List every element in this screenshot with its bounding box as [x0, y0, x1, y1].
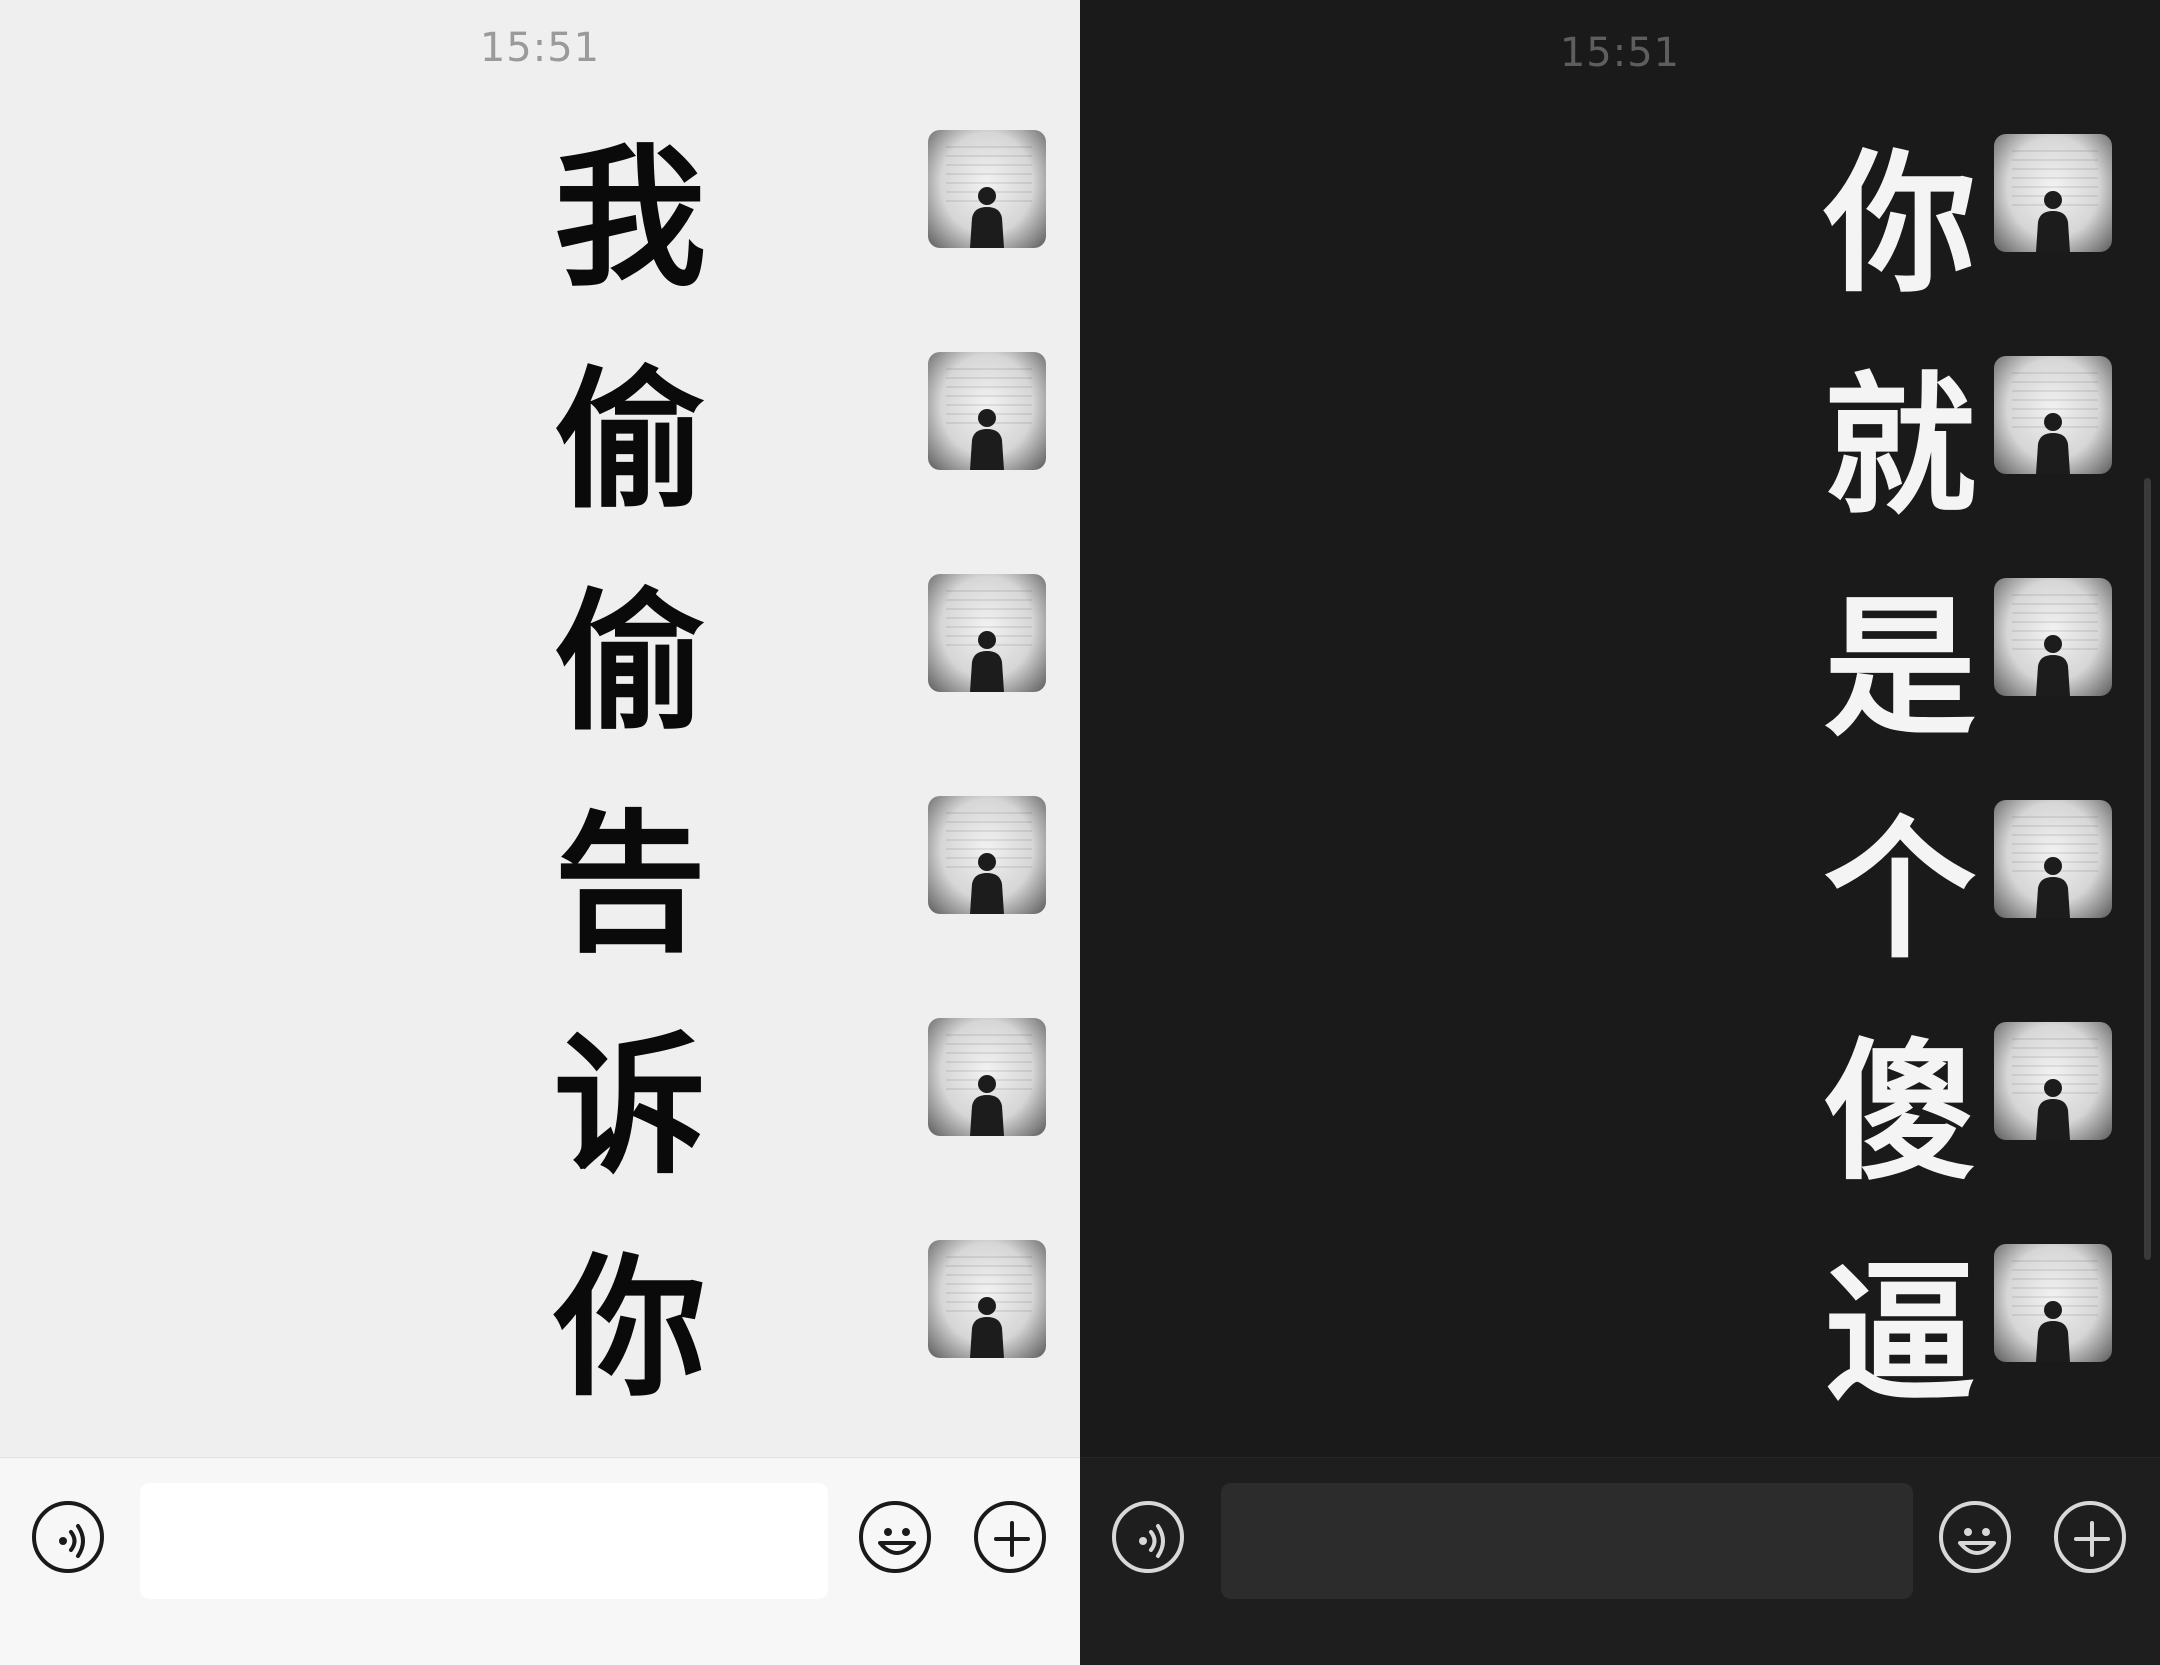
message-text[interactable]: 逼	[1820, 1224, 1980, 1446]
message-row: 是	[1820, 558, 2150, 780]
message-row: 傻	[1820, 1002, 2150, 1224]
avatar[interactable]	[928, 1240, 1046, 1358]
message-row: 个	[1820, 780, 2150, 1002]
voice-icon[interactable]	[1112, 1501, 1184, 1573]
message-text[interactable]: 是	[1820, 558, 1980, 780]
plus-icon[interactable]	[974, 1501, 1046, 1573]
avatar[interactable]	[1994, 356, 2112, 474]
avatar[interactable]	[1994, 1022, 2112, 1140]
message-row: 偷	[550, 552, 1050, 774]
avatar[interactable]	[928, 796, 1046, 914]
voice-icon[interactable]	[32, 1501, 104, 1573]
message-row: 告	[550, 774, 1050, 996]
emoji-icon[interactable]	[1939, 1501, 2011, 1573]
avatar[interactable]	[928, 574, 1046, 692]
message-row: 我	[550, 108, 1050, 330]
message-input[interactable]	[1221, 1483, 1913, 1599]
avatar[interactable]	[1994, 800, 2112, 918]
message-text[interactable]: 偷	[550, 552, 710, 774]
message-row: 逼	[1820, 1224, 2150, 1446]
message-row: 就	[1820, 336, 2150, 558]
message-row: 你	[550, 1218, 1050, 1440]
message-input[interactable]	[140, 1483, 828, 1599]
emoji-icon[interactable]	[859, 1501, 931, 1573]
avatar[interactable]	[928, 1018, 1046, 1136]
avatar[interactable]	[1994, 1244, 2112, 1362]
message-text[interactable]: 个	[1820, 780, 1980, 1002]
message-text[interactable]: 告	[550, 774, 710, 996]
avatar[interactable]	[1994, 578, 2112, 696]
message-text[interactable]: 我	[550, 108, 710, 330]
input-bar	[0, 1457, 1080, 1665]
message-text[interactable]: 就	[1820, 336, 1980, 558]
message-row: 你	[1820, 114, 2150, 336]
message-text[interactable]: 你	[1820, 114, 1980, 336]
chat-panel-dark: 15:51 你 就 是 个 傻 逼	[1080, 0, 2160, 1665]
avatar[interactable]	[928, 352, 1046, 470]
scrollbar[interactable]	[2144, 478, 2151, 1260]
timestamp: 15:51	[1559, 30, 1681, 76]
message-text[interactable]: 偷	[550, 330, 710, 552]
chat-panel-light: 15:51 我 偷 偷 告 诉 你	[0, 0, 1080, 1665]
message-text[interactable]: 你	[550, 1218, 710, 1440]
avatar[interactable]	[1994, 134, 2112, 252]
message-row: 偷	[550, 330, 1050, 552]
input-bar	[1080, 1457, 2160, 1665]
avatar[interactable]	[928, 130, 1046, 248]
message-row: 诉	[550, 996, 1050, 1218]
timestamp: 15:51	[479, 25, 601, 71]
plus-icon[interactable]	[2054, 1501, 2126, 1573]
message-text[interactable]: 傻	[1820, 1002, 1980, 1224]
message-text[interactable]: 诉	[550, 996, 710, 1218]
